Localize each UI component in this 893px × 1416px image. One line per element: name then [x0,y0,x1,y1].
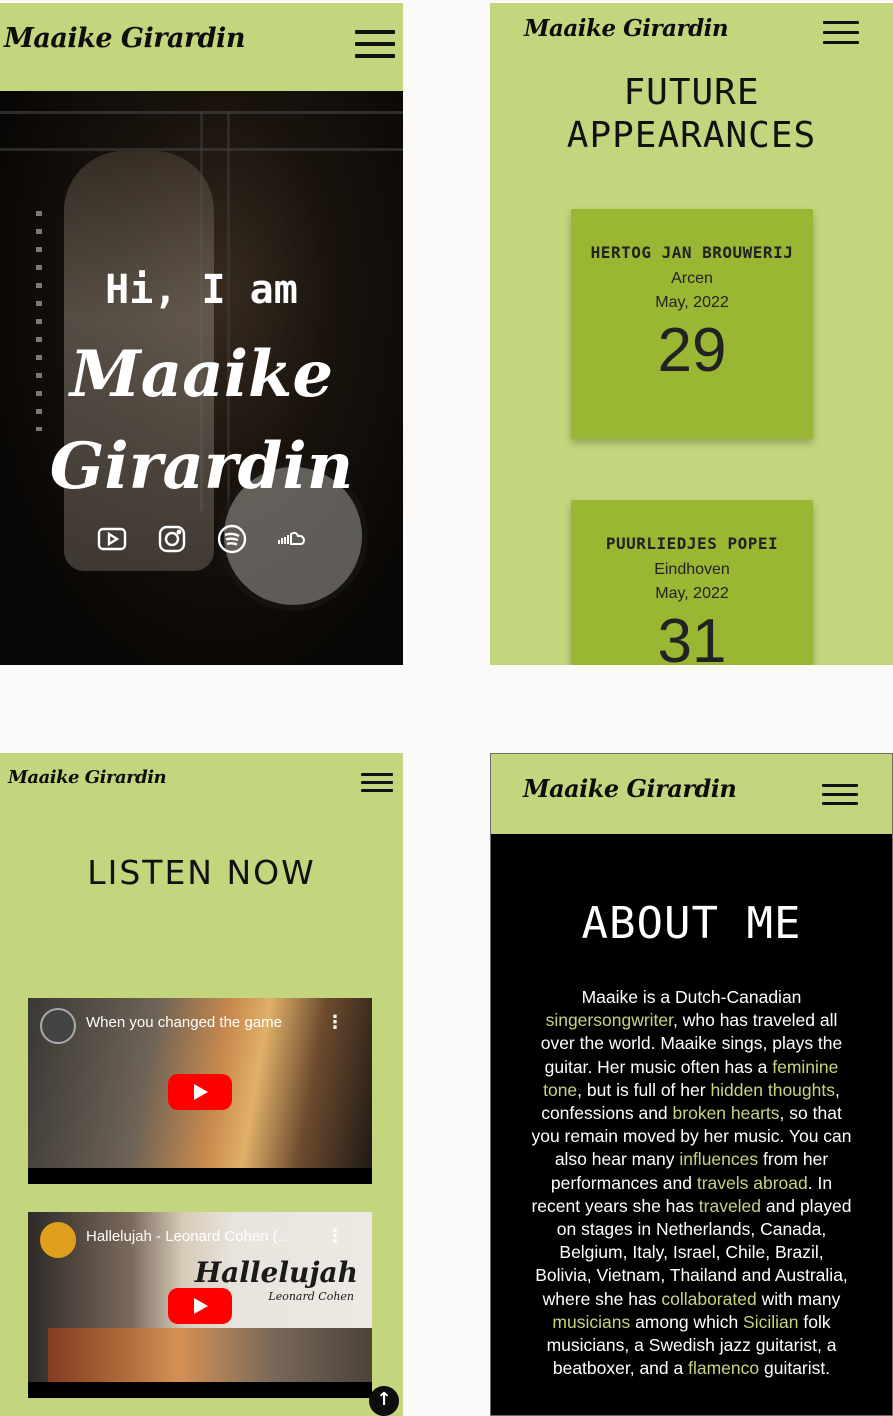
back-to-top-icon[interactable]: ↑ [369,1386,399,1416]
about-paragraph: Maaike is a Dutch-Canadian singersongwri… [531,986,852,1380]
hamburger-menu-icon[interactable] [361,773,393,797]
hamburger-menu-icon[interactable] [355,30,395,66]
about-text-segment: among which [630,1311,744,1332]
brand-logo[interactable]: Maaike Girardin [8,767,167,788]
hamburger-menu-icon[interactable] [822,784,858,811]
brand-logo[interactable]: Maaike Girardin [4,23,245,54]
video-embed[interactable]: Hallelujah Leonard Cohen Hallelujah - Le… [28,1212,372,1398]
highlight-keyword: hidden thoughts [710,1079,835,1100]
highlight-keyword: collaborated [661,1288,757,1309]
section-title: ABOUT ME [581,898,802,949]
channel-avatar[interactable] [40,1008,76,1044]
hero-screen: Maaike Girardin Hi, I am Maaike Girardin [0,3,403,665]
event-day: 29 [657,316,727,385]
highlight-keyword: influences [679,1149,759,1170]
more-options-icon[interactable]: ⋮ [326,1012,344,1033]
event-city: Arcen [671,270,713,287]
highlight-keyword: singersongwriter [545,1010,673,1031]
hero-banner: Hi, I am Maaike Girardin [0,91,403,665]
video-title[interactable]: When you changed the game [86,1014,282,1031]
event-day: 31 [657,607,727,665]
soundcloud-icon[interactable] [276,523,308,555]
highlight-keyword: travels abroad [696,1172,808,1193]
event-city: Eindhoven [654,561,730,578]
instagram-icon[interactable] [156,523,188,555]
about-text-segment: guitarist. [759,1358,831,1379]
play-button-icon[interactable] [168,1288,232,1324]
highlight-keyword: musicians [552,1311,631,1332]
channel-avatar[interactable] [40,1222,76,1258]
thumbnail-subtitle: Leonard Cohen [268,1290,354,1303]
brand-logo[interactable]: Maaike Girardin [523,774,737,803]
more-options-icon[interactable]: ⋮ [326,1226,344,1247]
section-title: LISTEN NOW [87,853,316,892]
highlight-keyword: traveled [698,1195,762,1216]
spotify-icon[interactable] [216,523,248,555]
social-links [96,523,308,555]
about-screen: Maaike Girardin ABOUT ME Maaike is a Dut… [490,753,893,1416]
youtube-icon[interactable] [96,523,128,555]
navbar: Maaike Girardin [0,3,403,91]
section-title: FUTURE APPEARANCES [566,72,817,156]
event-month: May, 2022 [655,294,729,311]
appearances-screen: Maaike Girardin FUTURE APPEARANCES HERTO… [490,3,893,665]
event-card[interactable]: HERTOG JAN BROUWERIJ Arcen May, 2022 29 [571,209,813,439]
guitar-image [48,1328,372,1382]
play-button-icon[interactable] [168,1074,232,1110]
brand-logo[interactable]: Maaike Girardin [524,15,729,42]
event-venue: HERTOG JAN BROUWERIJ [590,243,794,262]
about-text-segment: Maaike is a Dutch-Canadian [581,987,802,1007]
video-embed[interactable]: When you changed the game ⋮ [28,998,372,1184]
event-month: May, 2022 [655,585,729,602]
video-title[interactable]: Hallelujah - Leonard Cohen (... [86,1228,290,1245]
hamburger-menu-icon[interactable] [823,21,859,51]
about-text-segment: with many [756,1288,841,1309]
about-text-segment: , but is full of her [577,1079,711,1100]
listen-screen: Maaike Girardin LISTEN NOW When you chan… [0,753,403,1416]
event-venue: PUURLIEDJES POPEI [605,534,779,553]
thumbnail-title: Hallelujah [194,1256,358,1289]
hero-greeting: Hi, I am [105,267,298,313]
highlight-keyword: flamenco [688,1358,760,1379]
hero-name: Maaike Girardin [49,337,354,504]
highlight-keyword: Sicilian [743,1311,799,1332]
navbar: Maaike Girardin [491,754,892,834]
highlight-keyword: broken hearts [672,1103,780,1124]
event-card[interactable]: PUURLIEDJES POPEI Eindhoven May, 2022 31 [571,500,813,665]
